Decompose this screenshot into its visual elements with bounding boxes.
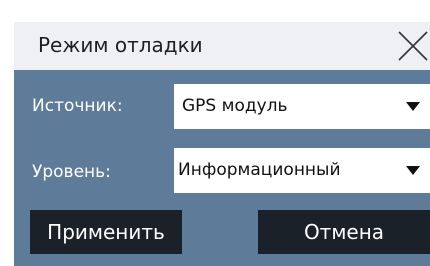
level-label: Уровень: bbox=[32, 162, 111, 182]
debug-mode-dialog: Режим отладки Источник: GPS модуль Урове… bbox=[14, 22, 430, 266]
chevron-down-icon bbox=[406, 166, 420, 175]
close-icon bbox=[398, 31, 428, 61]
level-select[interactable]: Информационный bbox=[174, 148, 430, 193]
cancel-button[interactable]: Отмена bbox=[258, 210, 430, 254]
close-button[interactable] bbox=[390, 28, 430, 64]
dialog-title: Режим отладки bbox=[38, 33, 203, 57]
apply-button[interactable]: Применить bbox=[30, 210, 182, 254]
dialog-titlebar: Режим отладки bbox=[14, 22, 430, 70]
chevron-down-icon bbox=[406, 102, 420, 111]
source-label: Источник: bbox=[32, 96, 123, 116]
source-select[interactable]: GPS модуль bbox=[174, 84, 430, 129]
source-select-value: GPS модуль bbox=[182, 96, 288, 116]
level-select-value: Информационный bbox=[178, 160, 341, 180]
